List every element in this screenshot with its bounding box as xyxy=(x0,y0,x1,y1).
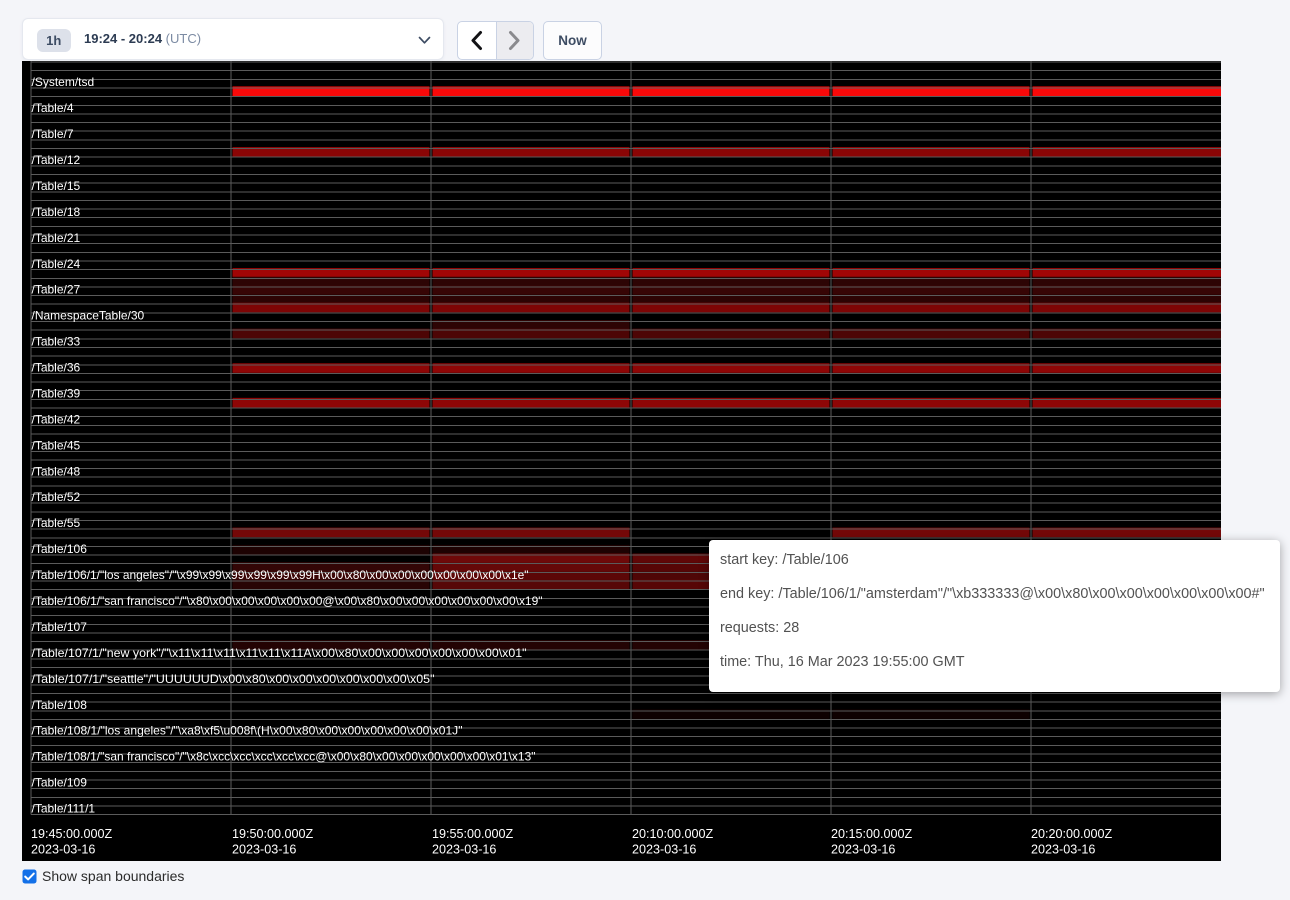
svg-text:/Table/12: /Table/12 xyxy=(32,153,81,167)
svg-text:/Table/48: /Table/48 xyxy=(32,464,81,478)
svg-text:/Table/7: /Table/7 xyxy=(32,127,74,141)
svg-text:2023-03-16: 2023-03-16 xyxy=(432,843,496,857)
svg-text:20:20:00.000Z: 20:20:00.000Z xyxy=(1031,827,1113,841)
svg-text:2023-03-16: 2023-03-16 xyxy=(31,843,95,857)
svg-text:/Table/108/1/"san francisco"/": /Table/108/1/"san francisco"/"\x8c\xcc\x… xyxy=(32,750,536,764)
svg-text:19:45:00.000Z: 19:45:00.000Z xyxy=(31,827,113,841)
svg-text:2023-03-16: 2023-03-16 xyxy=(1031,843,1095,857)
svg-text:/Table/55: /Table/55 xyxy=(32,516,81,530)
svg-text:/Table/107/1/"new york"/"\x11\: /Table/107/1/"new york"/"\x11\x11\x11\x1… xyxy=(32,646,527,660)
svg-text:/Table/33: /Table/33 xyxy=(32,335,81,349)
svg-text:2023-03-16: 2023-03-16 xyxy=(232,843,296,857)
svg-text:/Table/111/1: /Table/111/1 xyxy=(32,802,96,816)
svg-text:/Table/45: /Table/45 xyxy=(32,438,81,452)
svg-text:/Table/27: /Table/27 xyxy=(32,283,81,297)
svg-text:/NamespaceTable/30: /NamespaceTable/30 xyxy=(32,309,145,323)
svg-text:2023-03-16: 2023-03-16 xyxy=(632,843,696,857)
svg-text:19:55:00.000Z: 19:55:00.000Z xyxy=(432,827,514,841)
svg-text:19:50:00.000Z: 19:50:00.000Z xyxy=(232,827,314,841)
svg-text:/Table/21: /Table/21 xyxy=(32,231,81,245)
svg-text:/Table/36: /Table/36 xyxy=(32,361,81,375)
svg-text:/Table/107/1/"seattle"/"UUUUUU: /Table/107/1/"seattle"/"UUUUUUD\x00\x80\… xyxy=(32,672,435,686)
svg-text:20:10:00.000Z: 20:10:00.000Z xyxy=(632,827,714,841)
svg-text:/Table/42: /Table/42 xyxy=(32,412,81,426)
svg-text:/Table/24: /Table/24 xyxy=(32,257,81,271)
svg-text:2023-03-16: 2023-03-16 xyxy=(831,843,895,857)
svg-text:/Table/4: /Table/4 xyxy=(32,101,74,115)
svg-text:/Table/18: /Table/18 xyxy=(32,205,81,219)
svg-text:/Table/39: /Table/39 xyxy=(32,387,81,401)
svg-text:/Table/108/1/"los angeles"/"\x: /Table/108/1/"los angeles"/"\xa8\xf5\u00… xyxy=(32,724,463,738)
svg-text:20:15:00.000Z: 20:15:00.000Z xyxy=(831,827,913,841)
svg-text:/Table/109: /Table/109 xyxy=(32,776,88,790)
svg-text:/System/tsd: /System/tsd xyxy=(32,75,95,89)
svg-text:/Table/106: /Table/106 xyxy=(32,542,88,556)
svg-text:/Table/108: /Table/108 xyxy=(32,698,88,712)
svg-text:/Table/52: /Table/52 xyxy=(32,490,81,504)
svg-text:/Table/15: /Table/15 xyxy=(32,179,81,193)
svg-text:/Table/107: /Table/107 xyxy=(32,620,88,634)
svg-text:/Table/106/1/"los angeles"/"\x: /Table/106/1/"los angeles"/"\x99\x99\x99… xyxy=(32,568,529,582)
svg-text:/Table/106/1/"san francisco"/": /Table/106/1/"san francisco"/"\x80\x00\x… xyxy=(32,594,543,608)
